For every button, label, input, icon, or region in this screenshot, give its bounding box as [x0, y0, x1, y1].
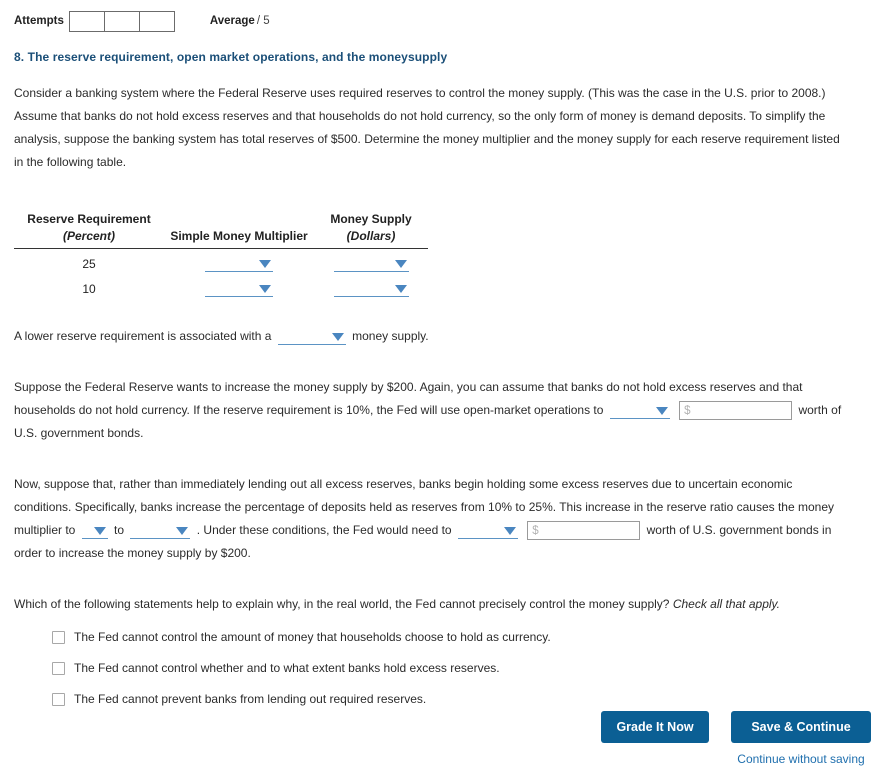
checkbox-question-prompt: Which of the following statements help t… — [14, 593, 852, 616]
money-supply-dropdown-row1[interactable] — [333, 256, 409, 272]
header-simple-money-multiplier: Simple Money Multiplier — [170, 229, 308, 243]
bond-amount-input-2[interactable] — [527, 521, 641, 541]
intro-paragraph: Consider a banking system where the Fede… — [14, 86, 840, 169]
fed-action-dropdown[interactable] — [457, 523, 518, 539]
grade-it-now-button[interactable]: Grade It Now — [601, 711, 709, 743]
table-row: 10 — [14, 274, 428, 299]
paragraph-three: Now, suppose that, rather than immediate… — [14, 473, 852, 565]
chevron-down-icon — [503, 526, 516, 535]
paragraph-three-part2: . Under these conditions, the Fed would … — [196, 523, 452, 537]
chevron-down-icon — [259, 285, 271, 293]
multiplier-dropdown-row1[interactable] — [205, 256, 273, 272]
button-row: Grade It Now Save & Continue — [601, 711, 871, 743]
chevron-down-icon — [93, 526, 106, 535]
list-item[interactable]: The Fed cannot control whether and to wh… — [52, 661, 891, 675]
checkbox-option-1[interactable] — [52, 630, 65, 644]
chevron-down-icon — [331, 332, 344, 341]
cell-multiplier — [164, 274, 314, 299]
cell-multiplier — [164, 249, 314, 275]
lower-reserve-statement: A lower reserve requirement is associate… — [14, 325, 852, 348]
checkbox-prompt-text: Which of the following statements help t… — [14, 597, 670, 611]
header-reserve-requirement: Reserve Requirement (Percent) — [14, 212, 164, 249]
checkbox-option-3[interactable] — [52, 692, 65, 706]
attempt-box-2 — [103, 10, 140, 32]
attempts-bar: Attempts Average/ 5 — [0, 0, 891, 34]
checkbox-options-list: The Fed cannot control the amount of mon… — [52, 630, 891, 706]
save-and-continue-button[interactable]: Save & Continue — [731, 711, 871, 743]
list-item[interactable]: The Fed cannot control the amount of mon… — [52, 630, 891, 644]
multiplier-value-dropdown[interactable] — [130, 523, 191, 539]
cell-money-supply — [314, 274, 428, 299]
average-score: / 5 — [256, 15, 270, 27]
paragraph-two: Suppose the Federal Reserve wants to inc… — [14, 376, 852, 445]
header-money-supply-unit: (Dollars) — [346, 229, 396, 243]
chevron-down-icon — [176, 526, 189, 535]
lower-reserve-dropdown[interactable] — [277, 329, 346, 345]
open-market-operation-dropdown[interactable] — [609, 403, 670, 419]
paragraph-three-connector: to — [114, 523, 125, 537]
chevron-down-icon — [394, 260, 407, 268]
attempts-label: Attempts — [14, 15, 64, 27]
cell-reserve-requirement: 10 — [82, 282, 96, 296]
reserve-requirement-table-wrapper: Reserve Requirement (Percent) Simple Mon… — [14, 212, 428, 299]
checkbox-option-2-label: The Fed cannot control whether and to wh… — [74, 661, 500, 675]
multiplier-dropdown-row2[interactable] — [205, 281, 273, 297]
lower-reserve-suffix: money supply. — [352, 329, 429, 343]
header-money-supply: Money Supply (Dollars) — [314, 212, 428, 249]
lower-reserve-prefix: A lower reserve requirement is associate… — [14, 329, 272, 343]
header-reserve-requirement-title: Reserve Requirement — [27, 212, 151, 226]
attempt-box-3 — [138, 10, 175, 32]
cell-reserve-requirement: 25 — [82, 257, 96, 271]
attempt-box-1 — [68, 10, 105, 32]
continue-without-saving-link[interactable]: Continue without saving — [731, 752, 871, 766]
list-item[interactable]: The Fed cannot prevent banks from lendin… — [52, 692, 891, 706]
average-label: Average — [209, 15, 255, 27]
question-heading: 8. The reserve requirement, open market … — [14, 50, 448, 64]
header-money-supply-title: Money Supply — [330, 212, 412, 226]
header-reserve-requirement-unit: (Percent) — [62, 229, 115, 243]
chevron-down-icon — [394, 285, 407, 293]
checkbox-option-2[interactable] — [52, 661, 65, 675]
checkbox-option-1-label: The Fed cannot control the amount of mon… — [74, 630, 551, 644]
table-row: 25 — [14, 249, 428, 275]
reserve-requirement-table: Reserve Requirement (Percent) Simple Mon… — [14, 212, 428, 299]
attempts-boxes — [68, 10, 175, 32]
chevron-down-icon — [259, 260, 271, 268]
cell-money-supply — [314, 249, 428, 275]
multiplier-direction-dropdown[interactable] — [81, 523, 108, 539]
bond-amount-input-1[interactable] — [679, 401, 793, 421]
checkbox-instruction: Check all that apply. — [672, 597, 780, 611]
checkbox-option-3-label: The Fed cannot prevent banks from lendin… — [74, 692, 427, 706]
action-bar: Grade It Now Save & Continue Continue wi… — [601, 711, 871, 766]
average-display: Average/ 5 — [210, 15, 270, 27]
chevron-down-icon — [655, 406, 668, 415]
money-supply-dropdown-row2[interactable] — [333, 281, 409, 297]
